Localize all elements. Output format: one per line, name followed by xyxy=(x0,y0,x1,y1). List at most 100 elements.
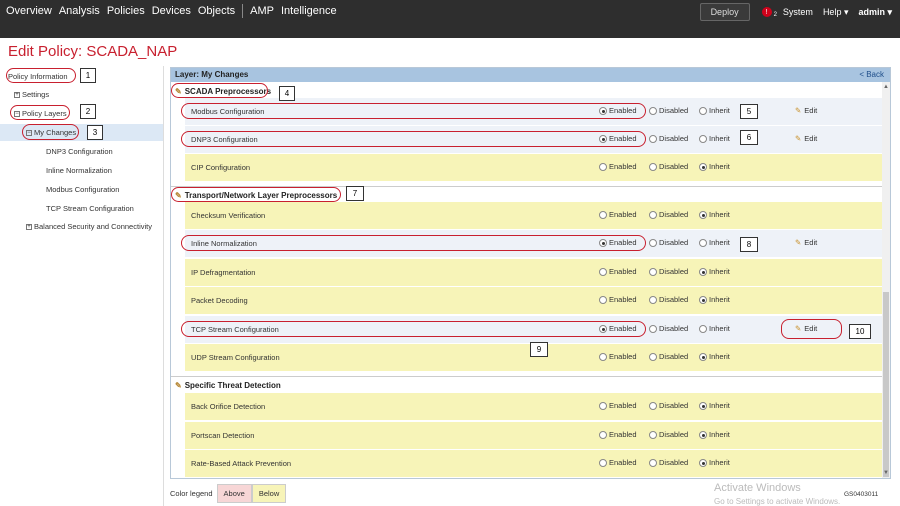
sidebar-item-tcp-stream[interactable]: TCP Stream Configuration xyxy=(46,204,134,213)
edit-link[interactable]: ✎ Edit xyxy=(795,106,817,115)
radio-inherit[interactable]: Inherit xyxy=(699,352,730,362)
sidebar-item-modbus[interactable]: Modbus Configuration xyxy=(46,185,119,194)
radio-disabled[interactable]: Disabled xyxy=(649,162,688,172)
scroll-thumb[interactable] xyxy=(883,292,889,477)
user-menu[interactable]: admin ▾ xyxy=(858,7,892,18)
nav-analysis[interactable]: Analysis xyxy=(59,5,100,17)
edit-link[interactable]: ✎ Edit xyxy=(795,134,817,143)
radio-disabled[interactable]: Disabled xyxy=(649,238,688,248)
radio-inherit[interactable]: Inherit xyxy=(699,267,730,277)
radio-enabled[interactable]: Enabled xyxy=(599,430,637,440)
sidebar-item-dnp3[interactable]: DNP3 Configuration xyxy=(46,147,113,156)
radio-dot[interactable] xyxy=(599,268,607,277)
radio-inherit[interactable]: Inherit xyxy=(699,295,730,305)
radio-enabled[interactable]: Enabled xyxy=(599,210,637,220)
radio-dot[interactable] xyxy=(699,353,707,362)
radio-dot[interactable] xyxy=(699,211,707,220)
radio-dot[interactable] xyxy=(649,353,657,362)
radio-disabled[interactable]: Disabled xyxy=(649,324,688,334)
sidebar-item-inline-normalization[interactable]: Inline Normalization xyxy=(46,166,112,175)
radio-dot[interactable] xyxy=(699,402,707,411)
radio-dot[interactable] xyxy=(649,239,657,248)
radio-dot[interactable] xyxy=(699,239,707,248)
radio-dot[interactable] xyxy=(599,211,607,220)
radio-enabled[interactable]: Enabled xyxy=(599,267,637,277)
radio-dot[interactable] xyxy=(649,268,657,277)
radio-dot[interactable] xyxy=(699,296,707,305)
nav-policies[interactable]: Policies xyxy=(107,5,145,17)
edit-link[interactable]: ✎ Edit xyxy=(795,238,817,247)
radio-dot[interactable] xyxy=(599,459,607,468)
radio-inherit[interactable]: Inherit xyxy=(699,324,730,334)
nav-amp[interactable]: AMP xyxy=(250,5,274,17)
radio-dot[interactable] xyxy=(699,431,707,440)
radio-inherit[interactable]: Inherit xyxy=(699,210,730,220)
expand-icon[interactable]: + xyxy=(26,224,32,231)
sidebar-item-balanced[interactable]: + Balanced Security and Connectivity xyxy=(26,222,152,231)
scroll-up-icon[interactable]: ▲ xyxy=(883,84,889,90)
radio-dot[interactable] xyxy=(699,163,707,172)
radio-enabled[interactable]: Enabled xyxy=(599,401,637,411)
row-name: Checksum Verification xyxy=(191,211,266,220)
alert-icon[interactable]: ! xyxy=(761,7,772,17)
system-menu[interactable]: System xyxy=(783,7,813,17)
radio-inherit[interactable]: Inherit xyxy=(699,430,730,440)
radio-disabled[interactable]: Disabled xyxy=(649,210,688,220)
highlight-oval xyxy=(181,131,646,147)
deploy-button[interactable]: Deploy xyxy=(699,3,750,21)
radio-disabled[interactable]: Disabled xyxy=(649,134,688,144)
radio-dot[interactable] xyxy=(649,135,657,144)
radio-dot[interactable] xyxy=(649,325,657,334)
radio-dot[interactable] xyxy=(649,459,657,468)
radio-enabled[interactable]: Enabled xyxy=(599,458,637,468)
row-ip-defrag: IP Defragmentation Enabled Disabled Inhe… xyxy=(185,259,884,286)
help-menu[interactable]: Help ▾ xyxy=(823,7,849,18)
radio-dot[interactable] xyxy=(699,268,707,277)
radio-dot[interactable] xyxy=(649,163,657,172)
radio-dot[interactable] xyxy=(649,431,657,440)
radio-inherit[interactable]: Inherit xyxy=(699,134,730,144)
scroll-down-icon[interactable]: ▼ xyxy=(883,470,889,476)
radio-disabled[interactable]: Disabled xyxy=(649,401,688,411)
radio-dot[interactable] xyxy=(699,107,707,116)
nav-devices[interactable]: Devices xyxy=(152,5,191,17)
radio-disabled[interactable]: Disabled xyxy=(649,430,688,440)
radio-dot[interactable] xyxy=(599,402,607,411)
nav-objects[interactable]: Objects xyxy=(198,5,235,17)
sidebar-item-label: Balanced Security and Connectivity xyxy=(34,222,152,231)
expand-icon[interactable]: + xyxy=(14,92,20,99)
radio-enabled[interactable]: Enabled xyxy=(599,352,637,362)
radio-inherit[interactable]: Inherit xyxy=(699,106,730,116)
radio-dot[interactable] xyxy=(649,402,657,411)
radio-dot[interactable] xyxy=(699,325,707,334)
radio-disabled[interactable]: Disabled xyxy=(649,295,688,305)
activation-watermark-sub: Go to Settings to activate Windows. xyxy=(714,497,841,506)
radio-disabled[interactable]: Disabled xyxy=(649,352,688,362)
radio-dot[interactable] xyxy=(599,353,607,362)
radio-enabled[interactable]: Enabled xyxy=(599,295,637,305)
radio-dot[interactable] xyxy=(699,135,707,144)
radio-dot[interactable] xyxy=(599,431,607,440)
nav-intelligence[interactable]: Intelligence xyxy=(281,5,337,17)
radio-dot[interactable] xyxy=(649,211,657,220)
radio-dot[interactable] xyxy=(599,296,607,305)
radio-inherit[interactable]: Inherit xyxy=(699,458,730,468)
radio-inherit[interactable]: Inherit xyxy=(699,162,730,172)
radio-dot[interactable] xyxy=(599,163,607,172)
nav-overview[interactable]: Overview xyxy=(6,5,52,17)
alert-count: 2 xyxy=(773,12,777,18)
radio-enabled[interactable]: Enabled xyxy=(599,162,637,172)
radio-inherit[interactable]: Inherit xyxy=(699,238,730,248)
radio-disabled[interactable]: Disabled xyxy=(649,267,688,277)
radio-disabled[interactable]: Disabled xyxy=(649,106,688,116)
sidebar-item-settings[interactable]: + Settings xyxy=(14,90,49,99)
radio-label: Inherit xyxy=(709,106,730,115)
vertical-scrollbar[interactable]: ▲ ▼ xyxy=(882,82,890,478)
radio-disabled[interactable]: Disabled xyxy=(649,458,688,468)
callout-2: 2 xyxy=(80,104,96,119)
back-link[interactable]: < Back xyxy=(859,70,884,79)
radio-dot[interactable] xyxy=(699,459,707,468)
radio-dot[interactable] xyxy=(649,296,657,305)
radio-dot[interactable] xyxy=(649,107,657,116)
radio-inherit[interactable]: Inherit xyxy=(699,401,730,411)
